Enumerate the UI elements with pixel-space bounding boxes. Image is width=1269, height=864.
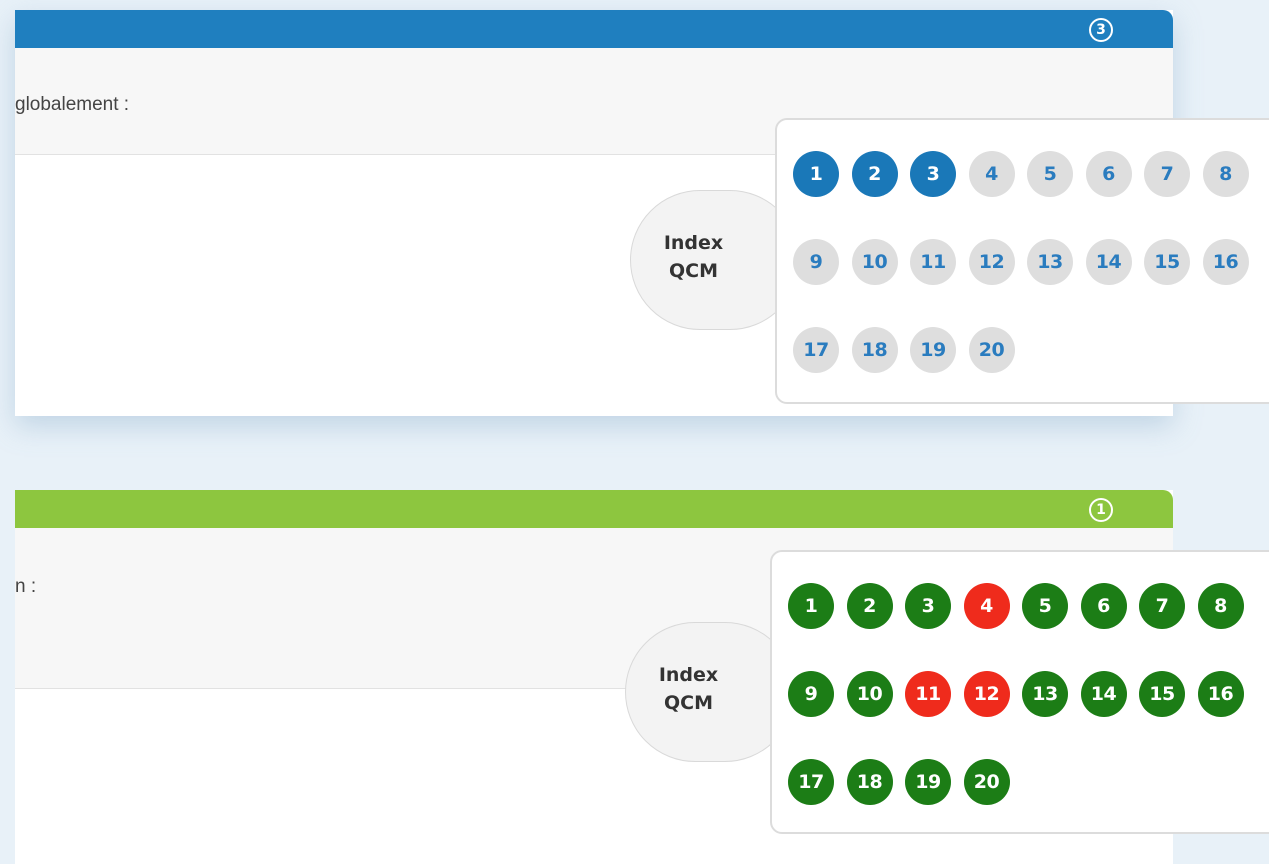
question-16-bubble[interactable]: 16	[1202, 239, 1249, 285]
question-count-badge: 3	[1089, 18, 1113, 42]
question-11-bubble[interactable]: 11	[905, 671, 951, 717]
question-19-bubble[interactable]: 19	[905, 759, 951, 805]
question-20-bubble[interactable]: 20	[968, 327, 1015, 373]
question-10-bubble[interactable]: 10	[846, 671, 893, 717]
question-13-bubble[interactable]: 13	[1022, 671, 1068, 717]
question-10-bubble[interactable]: 10	[851, 239, 898, 285]
question-13-bubble[interactable]: 13	[1027, 239, 1073, 285]
index-label-line1: Index	[663, 232, 724, 254]
question-8-bubble[interactable]: 8	[1197, 583, 1244, 629]
question-3-bubble[interactable]: 3	[905, 583, 951, 629]
question-6-bubble[interactable]: 6	[1085, 151, 1132, 197]
question-15-bubble[interactable]: 15	[1139, 671, 1185, 717]
index-label-line1: Index	[658, 664, 719, 686]
question-12-bubble[interactable]: 12	[968, 239, 1015, 285]
question-count-badge: 1	[1089, 498, 1113, 522]
question-9-bubble[interactable]: 9	[793, 239, 839, 285]
question-3-bubble[interactable]: 3	[910, 151, 956, 197]
question-1-bubble[interactable]: 1	[793, 151, 839, 197]
card-header: 3	[15, 10, 1173, 48]
question-15-bubble[interactable]: 15	[1144, 239, 1190, 285]
question-index-popup: 1 2 3 4 5 6 7 8 9 10 11 12 13 14 15 16 17 18 19 20	[775, 118, 1269, 404]
question-19-bubble[interactable]: 19	[910, 327, 956, 373]
question-17-bubble[interactable]: 17	[788, 759, 834, 805]
question-17-bubble[interactable]: 17	[793, 327, 839, 373]
question-4-bubble[interactable]: 4	[963, 583, 1010, 629]
card-header: 1	[15, 490, 1173, 528]
question-bubble-grid: 1 2 3 4 5 6 7 8 9 10 11 12 13 14 15 16 17 18 19 20	[788, 583, 1268, 805]
question-7-bubble[interactable]: 7	[1144, 151, 1190, 197]
question-6-bubble[interactable]: 6	[1080, 583, 1127, 629]
index-qcm-label: Index QCM	[631, 229, 756, 285]
index-qcm-label: Index QCM	[626, 661, 751, 717]
question-20-bubble[interactable]: 20	[963, 759, 1010, 805]
question-index-popup: 1 2 3 4 5 6 7 8 9 10 11 12 13 14 15 16 17 18 19 20	[770, 550, 1269, 834]
index-label-line2: QCM	[663, 692, 713, 714]
question-bubble-grid: 1 2 3 4 5 6 7 8 9 10 11 12 13 14 15 16 17 18 19 20	[793, 151, 1269, 373]
question-14-bubble[interactable]: 14	[1080, 671, 1127, 717]
question-11-bubble[interactable]: 11	[910, 239, 956, 285]
question-text: n :	[15, 576, 37, 597]
question-12-bubble[interactable]: 12	[963, 671, 1010, 717]
question-5-bubble[interactable]: 5	[1027, 151, 1073, 197]
question-9-bubble[interactable]: 9	[788, 671, 834, 717]
question-text: globalement :	[15, 94, 130, 115]
question-1-bubble[interactable]: 1	[788, 583, 834, 629]
question-2-bubble[interactable]: 2	[846, 583, 893, 629]
question-18-bubble[interactable]: 18	[846, 759, 893, 805]
question-8-bubble[interactable]: 8	[1202, 151, 1249, 197]
question-16-bubble[interactable]: 16	[1197, 671, 1244, 717]
question-2-bubble[interactable]: 2	[851, 151, 898, 197]
question-5-bubble[interactable]: 5	[1022, 583, 1068, 629]
question-18-bubble[interactable]: 18	[851, 327, 898, 373]
question-4-bubble[interactable]: 4	[968, 151, 1015, 197]
question-14-bubble[interactable]: 14	[1085, 239, 1132, 285]
index-label-line2: QCM	[668, 260, 718, 282]
question-7-bubble[interactable]: 7	[1139, 583, 1185, 629]
